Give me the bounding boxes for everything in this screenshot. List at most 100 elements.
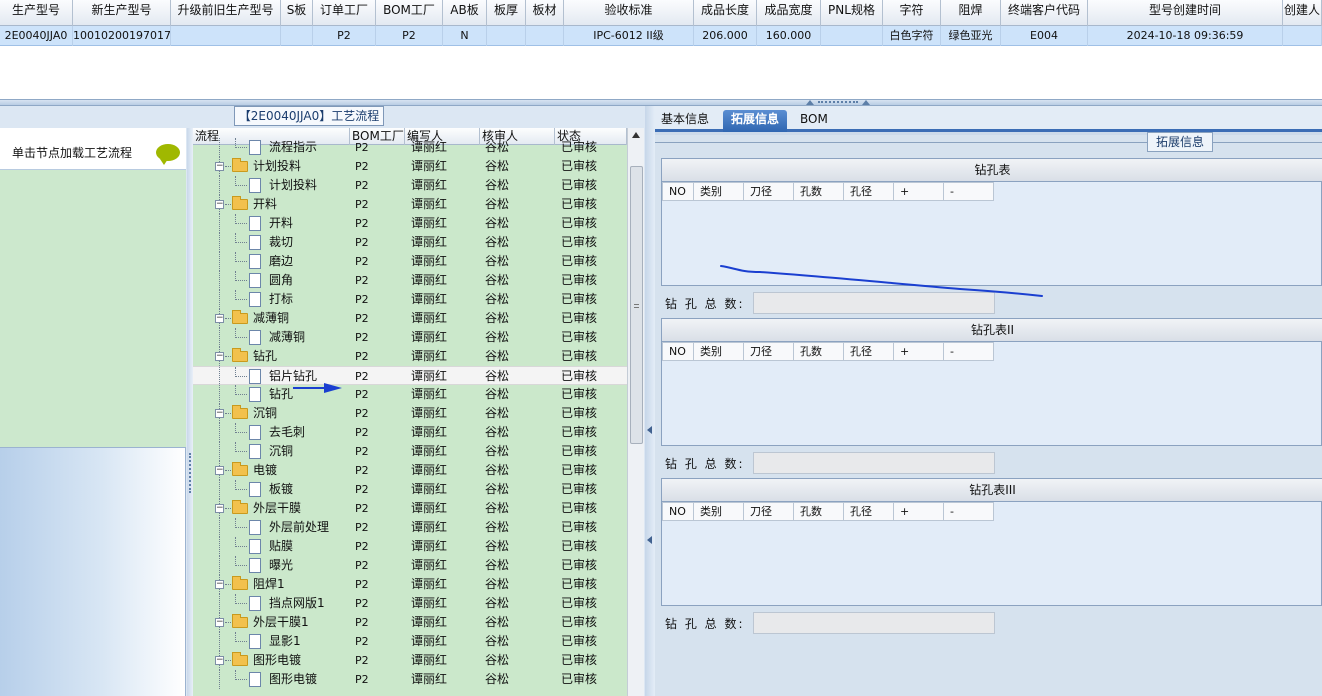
collapse-node-icon[interactable]: − <box>215 656 224 665</box>
tree-row[interactable]: 图形电镀 P2 谭丽红 谷松 已审核 <box>193 670 627 689</box>
scroll-up-icon[interactable] <box>632 132 640 138</box>
tree-row[interactable]: − 图形电镀 P2 谭丽红 谷松 已审核 <box>193 651 627 670</box>
collapse-node-icon[interactable]: − <box>215 162 224 171</box>
tree-row[interactable]: 沉铜 P2 谭丽红 谷松 已审核 <box>193 442 627 461</box>
drill-total-field[interactable] <box>753 292 995 314</box>
collapse-up-icon[interactable] <box>862 100 870 105</box>
column-header[interactable]: 订单工厂 <box>313 0 376 26</box>
column-header[interactable]: 新生产型号 <box>73 0 171 26</box>
tree-row[interactable]: − 计划投料 P2 谭丽红 谷松 已审核 <box>193 157 627 176</box>
tab-extended-info[interactable]: 拓展信息 <box>723 110 788 132</box>
remove-row-button[interactable]: - <box>944 182 994 201</box>
collapse-left-icon[interactable] <box>647 536 652 544</box>
collapse-node-icon[interactable]: − <box>215 200 224 209</box>
column-header[interactable]: 升级前旧生产型号 <box>171 0 281 26</box>
tree-row[interactable]: − 减薄铜 P2 谭丽红 谷松 已审核 <box>193 309 627 328</box>
tree-row[interactable]: 开料 P2 谭丽红 谷松 已审核 <box>193 214 627 233</box>
collapse-node-icon[interactable]: − <box>215 409 224 418</box>
column-header[interactable]: 板厚 <box>487 0 526 26</box>
column-header[interactable]: 创建人 <box>1283 0 1322 26</box>
tree-row[interactable]: − 外层干膜1 P2 谭丽红 谷松 已审核 <box>193 613 627 632</box>
writer-cell: 谭丽红 <box>411 444 448 458</box>
column-header[interactable]: 成品长度 <box>694 0 757 26</box>
add-row-button[interactable]: + <box>894 502 944 521</box>
grid-cell[interactable] <box>487 26 526 46</box>
remove-row-button[interactable]: - <box>944 342 994 361</box>
grid-row-selected[interactable]: 2E0040JJA0 10010200197017 P2 P2 N IPC-6012 II… <box>0 26 1322 46</box>
add-row-button[interactable]: + <box>894 342 944 361</box>
column-header[interactable]: 字符 <box>883 0 941 26</box>
grid-cell[interactable] <box>171 26 281 46</box>
scroll-thumb[interactable] <box>630 166 643 444</box>
collapse-node-icon[interactable]: − <box>215 466 224 475</box>
tree-guide-line <box>219 537 220 556</box>
remove-row-button[interactable]: - <box>944 502 994 521</box>
grid-cell[interactable] <box>281 26 313 46</box>
add-row-button[interactable]: + <box>894 182 944 201</box>
column-header[interactable]: AB板 <box>443 0 487 26</box>
grid-cell[interactable]: N <box>443 26 487 46</box>
grid-cell[interactable]: P2 <box>313 26 376 46</box>
tree-row[interactable]: 减薄铜 P2 谭丽红 谷松 已审核 <box>193 328 627 347</box>
tree-row[interactable]: − 钻孔 P2 谭丽红 谷松 已审核 <box>193 347 627 366</box>
tree-row[interactable]: − 沉铜 P2 谭丽红 谷松 已审核 <box>193 404 627 423</box>
tree-row[interactable]: 显影1 P2 谭丽红 谷松 已审核 <box>193 632 627 651</box>
collapse-node-icon[interactable]: − <box>215 314 224 323</box>
collapse-node-icon[interactable]: − <box>215 504 224 513</box>
tree-row[interactable]: 打标 P2 谭丽红 谷松 已审核 <box>193 290 627 309</box>
collapse-left-icon[interactable] <box>647 426 652 434</box>
collapse-node-icon[interactable]: − <box>215 580 224 589</box>
column-header[interactable]: 生产型号 <box>0 0 73 26</box>
column-header[interactable]: S板 <box>281 0 313 26</box>
column-header[interactable]: 阻焊 <box>941 0 1001 26</box>
tree-row[interactable]: − 阻焊1 P2 谭丽红 谷松 已审核 <box>193 575 627 594</box>
tree-row[interactable]: − 外层干膜 P2 谭丽红 谷松 已审核 <box>193 499 627 518</box>
column-header[interactable]: 成品宽度 <box>757 0 821 26</box>
tree-row[interactable]: 板镀 P2 谭丽红 谷松 已审核 <box>193 480 627 499</box>
tree-row[interactable]: 计划投料 P2 谭丽红 谷松 已审核 <box>193 176 627 195</box>
column-header[interactable]: 板材 <box>526 0 564 26</box>
grid-cell[interactable]: 206.000 <box>694 26 757 46</box>
grid-cell[interactable]: 160.000 <box>757 26 821 46</box>
column-header[interactable]: PNL规格 <box>821 0 883 26</box>
grid-cell[interactable]: 2024-10-18 09:36:59 <box>1088 26 1283 46</box>
tree-row[interactable]: 去毛刺 P2 谭丽红 谷松 已审核 <box>193 423 627 442</box>
tree-row[interactable]: 贴膜 P2 谭丽红 谷松 已审核 <box>193 537 627 556</box>
drill-total-field[interactable] <box>753 612 995 634</box>
grid-cell[interactable]: 2E0040JJA0 <box>0 26 73 46</box>
node-load-header[interactable]: 单击节点加载工艺流程 <box>0 128 186 170</box>
horizontal-splitter[interactable] <box>0 99 1322 106</box>
tree-row[interactable]: 圆角 P2 谭丽红 谷松 已审核 <box>193 271 627 290</box>
right-splitter[interactable] <box>645 106 655 696</box>
tree-scrollbar[interactable] <box>627 128 644 696</box>
column-header[interactable]: BOM工厂 <box>376 0 443 26</box>
tree-row[interactable]: 钻孔 P2 谭丽红 谷松 已审核 <box>193 385 627 404</box>
column-header[interactable]: 终端客户代码 <box>1001 0 1088 26</box>
tree-row[interactable]: 流程指示 P2 谭丽红 谷松 已审核 <box>193 138 627 157</box>
tree-row[interactable]: 外层前处理 P2 谭丽红 谷松 已审核 <box>193 518 627 537</box>
grid-cell[interactable]: P2 <box>376 26 443 46</box>
tree-row[interactable]: − 开料 P2 谭丽红 谷松 已审核 <box>193 195 627 214</box>
collapse-up-icon[interactable] <box>806 100 814 105</box>
drill-total-field[interactable] <box>753 452 995 474</box>
tree-row[interactable]: 磨边 P2 谭丽红 谷松 已审核 <box>193 252 627 271</box>
grid-cell[interactable] <box>1283 26 1322 46</box>
column-header[interactable]: 型号创建时间 <box>1088 0 1283 26</box>
tree-row[interactable]: 铝片钻孔 P2 谭丽红 谷松 已审核 <box>193 366 627 386</box>
tab-bom[interactable]: BOM <box>796 110 832 132</box>
column-header[interactable]: 验收标准 <box>564 0 694 26</box>
grid-cell[interactable]: IPC-6012 II级 <box>564 26 694 46</box>
grid-cell[interactable] <box>821 26 883 46</box>
tab-basic-info[interactable]: 基本信息 <box>657 110 713 132</box>
tree-row[interactable]: 裁切 P2 谭丽红 谷松 已审核 <box>193 233 627 252</box>
grid-cell[interactable]: 白色字符 <box>883 26 941 46</box>
tree-row[interactable]: 挡点网版1 P2 谭丽红 谷松 已审核 <box>193 594 627 613</box>
grid-cell[interactable]: 10010200197017 <box>73 26 171 46</box>
collapse-node-icon[interactable]: − <box>215 352 224 361</box>
grid-cell[interactable] <box>526 26 564 46</box>
collapse-node-icon[interactable]: − <box>215 618 224 627</box>
grid-cell[interactable]: 绿色亚光 <box>941 26 1001 46</box>
tree-row[interactable]: − 电镀 P2 谭丽红 谷松 已审核 <box>193 461 627 480</box>
grid-cell[interactable]: E004 <box>1001 26 1088 46</box>
tree-row[interactable]: 曝光 P2 谭丽红 谷松 已审核 <box>193 556 627 575</box>
